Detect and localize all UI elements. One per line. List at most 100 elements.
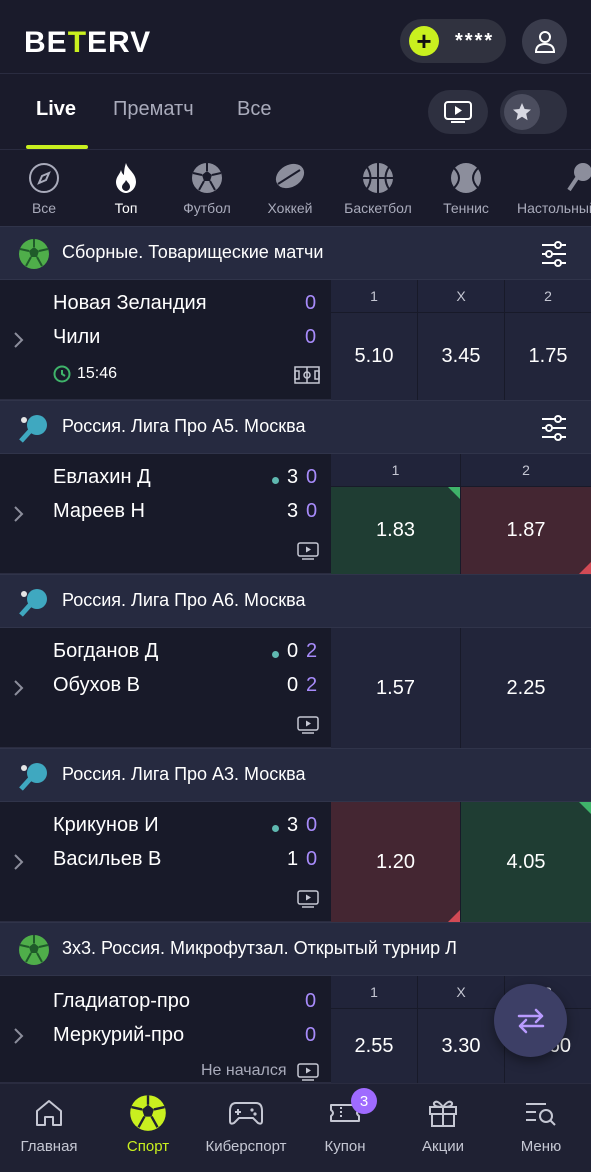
tab-all[interactable]: Все bbox=[237, 98, 271, 121]
league-header[interactable]: Россия. Лига Про А3. Москва bbox=[0, 748, 591, 802]
nav-promotions[interactable]: Акции bbox=[393, 1094, 493, 1155]
compass-icon bbox=[29, 163, 59, 193]
filter-icon[interactable] bbox=[540, 240, 568, 268]
odd-header-2: 2 bbox=[461, 454, 591, 486]
team-home: Гладиатор-про bbox=[53, 990, 190, 1012]
soccer-ball-icon bbox=[130, 1095, 166, 1131]
home-icon bbox=[36, 1100, 62, 1126]
sport-all[interactable]: Все bbox=[0, 160, 89, 216]
filter-icon[interactable] bbox=[540, 414, 568, 442]
favorites-toggle[interactable] bbox=[500, 90, 567, 134]
match-row[interactable]: Евлахин Д Мареев Н 3 3 0 0 1 2 1.83 1.87 bbox=[0, 454, 591, 574]
odd-button-1[interactable]: 1.20 bbox=[331, 802, 461, 922]
chevron-right-icon[interactable] bbox=[12, 678, 26, 698]
nav-menu[interactable]: Меню bbox=[491, 1094, 591, 1155]
tab-live[interactable]: Live bbox=[36, 98, 76, 121]
serve-indicator bbox=[272, 825, 279, 832]
nav-home[interactable]: Главная bbox=[0, 1094, 99, 1155]
player-away: Мареев Н bbox=[53, 500, 146, 522]
points-home: 0 bbox=[306, 814, 318, 836]
sport-hockey[interactable]: Хоккей bbox=[245, 160, 335, 216]
league-name: Россия. Лига Про А6. Москва bbox=[62, 590, 306, 610]
odd-header-2: 2 bbox=[505, 280, 591, 312]
odd-header-1: 1 bbox=[331, 280, 418, 312]
chevron-right-icon[interactable] bbox=[12, 330, 26, 350]
field-stats-icon[interactable] bbox=[294, 366, 320, 384]
odd-button-2[interactable]: 2.25 bbox=[461, 628, 591, 748]
soccer-ball-icon bbox=[192, 163, 222, 193]
table-tennis-icon bbox=[19, 589, 47, 617]
odd-button-x[interactable]: 3.30 bbox=[418, 1009, 505, 1083]
menu-search-icon bbox=[526, 1103, 556, 1126]
tab-prematch[interactable]: Прематч bbox=[113, 98, 194, 121]
league-name: Россия. Лига Про А5. Москва bbox=[62, 416, 306, 436]
table-tennis-icon bbox=[567, 163, 591, 192]
points-home: 0 bbox=[306, 466, 318, 488]
nav-esports[interactable]: Киберспорт bbox=[196, 1094, 296, 1155]
soccer-ball-icon bbox=[19, 935, 49, 965]
odd-button-1[interactable]: 1.83 bbox=[331, 487, 461, 574]
match-status: Не начался bbox=[201, 1062, 287, 1079]
match-row[interactable]: Новая Зеландия Чили 0 0 15:46 1 X 2 5.10… bbox=[0, 280, 591, 400]
star-icon bbox=[504, 94, 540, 130]
serve-indicator bbox=[272, 477, 279, 484]
league-name: Сборные. Товарищеские матчи bbox=[62, 242, 324, 262]
team-away: Меркурий-про bbox=[53, 1024, 185, 1046]
odd-button-x[interactable]: 3.45 bbox=[418, 313, 505, 400]
chevron-right-icon[interactable] bbox=[12, 504, 26, 524]
betterv-logo[interactable]: BETERV bbox=[24, 26, 151, 60]
serve-indicator bbox=[272, 651, 279, 658]
odd-button-2[interactable]: 4.05 bbox=[461, 802, 591, 922]
odd-button-1[interactable]: 5.10 bbox=[331, 313, 418, 400]
points-away: 0 bbox=[306, 500, 318, 522]
odd-button-1[interactable]: 1.57 bbox=[331, 628, 461, 748]
player-away: Васильев В bbox=[53, 848, 162, 870]
sport-basketball[interactable]: Баскетбол bbox=[333, 160, 423, 216]
match-row[interactable]: Крикунов И Васильев В 3 1 0 0 1.20 4.05 bbox=[0, 802, 591, 922]
video-icon[interactable] bbox=[297, 890, 319, 908]
gift-icon bbox=[429, 1100, 457, 1127]
balance-pill[interactable]: + **** bbox=[400, 19, 506, 63]
nav-sport[interactable]: Спорт bbox=[98, 1094, 198, 1155]
odd-down-indicator bbox=[448, 910, 460, 922]
odd-button-1[interactable]: 2.55 bbox=[331, 1009, 418, 1083]
sets-home: 3 bbox=[287, 466, 299, 488]
odd-down-indicator bbox=[579, 562, 591, 574]
mode-tabs: Live Прематч Все bbox=[0, 74, 591, 150]
chevron-right-icon[interactable] bbox=[12, 1026, 26, 1046]
odd-button-2[interactable]: 1.75 bbox=[505, 313, 591, 400]
sport-tennis[interactable]: Теннис bbox=[421, 160, 511, 216]
score-home: 0 bbox=[305, 990, 317, 1012]
deposit-plus-icon[interactable]: + bbox=[409, 26, 439, 56]
tv-icon bbox=[444, 101, 472, 123]
video-icon[interactable] bbox=[297, 716, 319, 734]
points-away: 0 bbox=[306, 848, 318, 870]
odd-button-2[interactable]: 1.87 bbox=[461, 487, 591, 574]
sets-away: 3 bbox=[287, 500, 299, 522]
league-header[interactable]: 3x3. Россия. Микрофутзал. Открытый турни… bbox=[0, 922, 591, 976]
league-header[interactable]: Сборные. Товарищеские матчи bbox=[0, 226, 591, 280]
odd-up-indicator bbox=[579, 802, 591, 814]
league-header[interactable]: Россия. Лига Про А5. Москва bbox=[0, 400, 591, 454]
video-icon[interactable] bbox=[297, 542, 319, 560]
swap-view-button[interactable] bbox=[494, 984, 567, 1057]
player-home: Евлахин Д bbox=[53, 466, 151, 488]
sport-top[interactable]: Топ bbox=[81, 160, 171, 216]
league-name: 3x3. Россия. Микрофутзал. Открытый турни… bbox=[62, 938, 457, 958]
sport-football[interactable]: Футбол bbox=[162, 160, 252, 216]
nav-coupon[interactable]: 3 Купон bbox=[295, 1088, 395, 1155]
league-header[interactable]: Россия. Лига Про А6. Москва bbox=[0, 574, 591, 628]
sport-table-tennis[interactable]: Настольный теннис bbox=[511, 160, 591, 216]
profile-button[interactable] bbox=[522, 19, 567, 64]
video-icon[interactable] bbox=[297, 1063, 319, 1081]
score-away: 0 bbox=[305, 1024, 317, 1046]
tennis-ball-icon bbox=[451, 163, 481, 193]
soccer-ball-icon bbox=[19, 239, 49, 269]
match-row[interactable]: Богданов Д Обухов В 0 0 2 2 1.57 2.25 bbox=[0, 628, 591, 748]
live-video-button[interactable] bbox=[428, 90, 488, 134]
league-name: Россия. Лига Про А3. Москва bbox=[62, 764, 306, 784]
odd-header-1: 1 bbox=[331, 976, 418, 1008]
chevron-right-icon[interactable] bbox=[12, 852, 26, 872]
score-away: 0 bbox=[305, 326, 317, 348]
sets-away: 1 bbox=[287, 848, 299, 870]
